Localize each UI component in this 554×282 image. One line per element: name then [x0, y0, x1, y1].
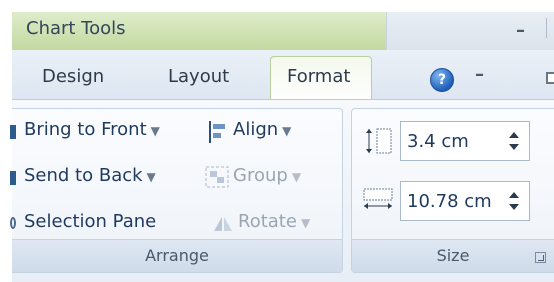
ribbon-minimize-button[interactable]: – — [475, 64, 484, 85]
send-to-back-icon — [10, 171, 16, 185]
selection-pane-icon — [10, 217, 16, 229]
align-button[interactable]: Align ▼ — [233, 119, 291, 140]
tab-design[interactable]: Design — [42, 66, 104, 87]
align-label: Align — [233, 119, 279, 140]
ribbon-body: Bring to Front ▼ Send to Back ▼ Selection … — [10, 99, 554, 282]
bring-to-front-button[interactable]: Bring to Front ▼ — [24, 119, 160, 140]
window-minimize-button[interactable]: – — [516, 20, 525, 41]
arrange-group-label: Arrange — [12, 239, 342, 272]
title-bar-controls: – — [386, 12, 554, 51]
chevron-down-icon: ▼ — [150, 124, 160, 138]
dialog-launcher-icon[interactable] — [535, 252, 546, 263]
ribbon-tab-row: Design Layout Format ? – — [12, 50, 554, 102]
arrange-group: Bring to Front ▼ Send to Back ▼ Selection … — [10, 108, 343, 273]
size-group: 3.4 cm 10.78 cm Size — [351, 108, 554, 273]
help-icon[interactable]: ? — [430, 68, 454, 92]
chevron-down-icon: ▼ — [300, 216, 311, 230]
restore-icon[interactable] — [546, 72, 554, 84]
chevron-down-icon: ▼ — [291, 170, 302, 184]
shape-width-icon — [363, 188, 393, 209]
rotate-label: Rotate — [238, 211, 297, 232]
align-icon — [209, 121, 225, 143]
shape-height-input[interactable]: 3.4 cm — [400, 121, 530, 161]
height-spin-down-icon[interactable] — [509, 144, 519, 150]
send-to-back-button[interactable]: Send to Back ▼ — [24, 165, 156, 186]
chart-tools-window: Chart Tools – Design Layout Format ? – B… — [0, 0, 554, 282]
shape-height-icon — [366, 128, 392, 154]
shape-width-input[interactable]: 10.78 cm — [400, 181, 530, 221]
height-spin-up-icon[interactable] — [509, 132, 519, 138]
shape-height-value: 3.4 cm — [407, 131, 469, 152]
chevron-down-icon: ▼ — [146, 170, 156, 184]
size-group-label: Size — [352, 239, 554, 272]
window-control-edge — [546, 18, 554, 38]
rotate-button[interactable]: Rotate ▼ — [238, 211, 310, 232]
title-text: Chart Tools — [26, 18, 126, 39]
send-to-back-label: Send to Back — [24, 165, 143, 186]
selection-pane-label: Selection Pane — [24, 211, 157, 232]
tab-format[interactable]: Format — [270, 56, 372, 102]
tab-format-label: Format — [287, 66, 351, 87]
shape-width-value: 10.78 cm — [407, 191, 492, 212]
group-label: Group — [233, 165, 288, 186]
group-icon — [205, 166, 229, 188]
bring-to-front-label: Bring to Front — [24, 119, 147, 140]
group-button[interactable]: Group ▼ — [233, 165, 301, 186]
tab-layout[interactable]: Layout — [168, 66, 229, 87]
selection-pane-button[interactable]: Selection Pane — [24, 211, 156, 232]
chevron-down-icon: ▼ — [282, 124, 292, 138]
rotate-icon — [214, 217, 232, 231]
width-spin-down-icon[interactable] — [509, 204, 519, 210]
width-spin-up-icon[interactable] — [509, 192, 519, 198]
bring-to-front-icon — [10, 125, 16, 139]
